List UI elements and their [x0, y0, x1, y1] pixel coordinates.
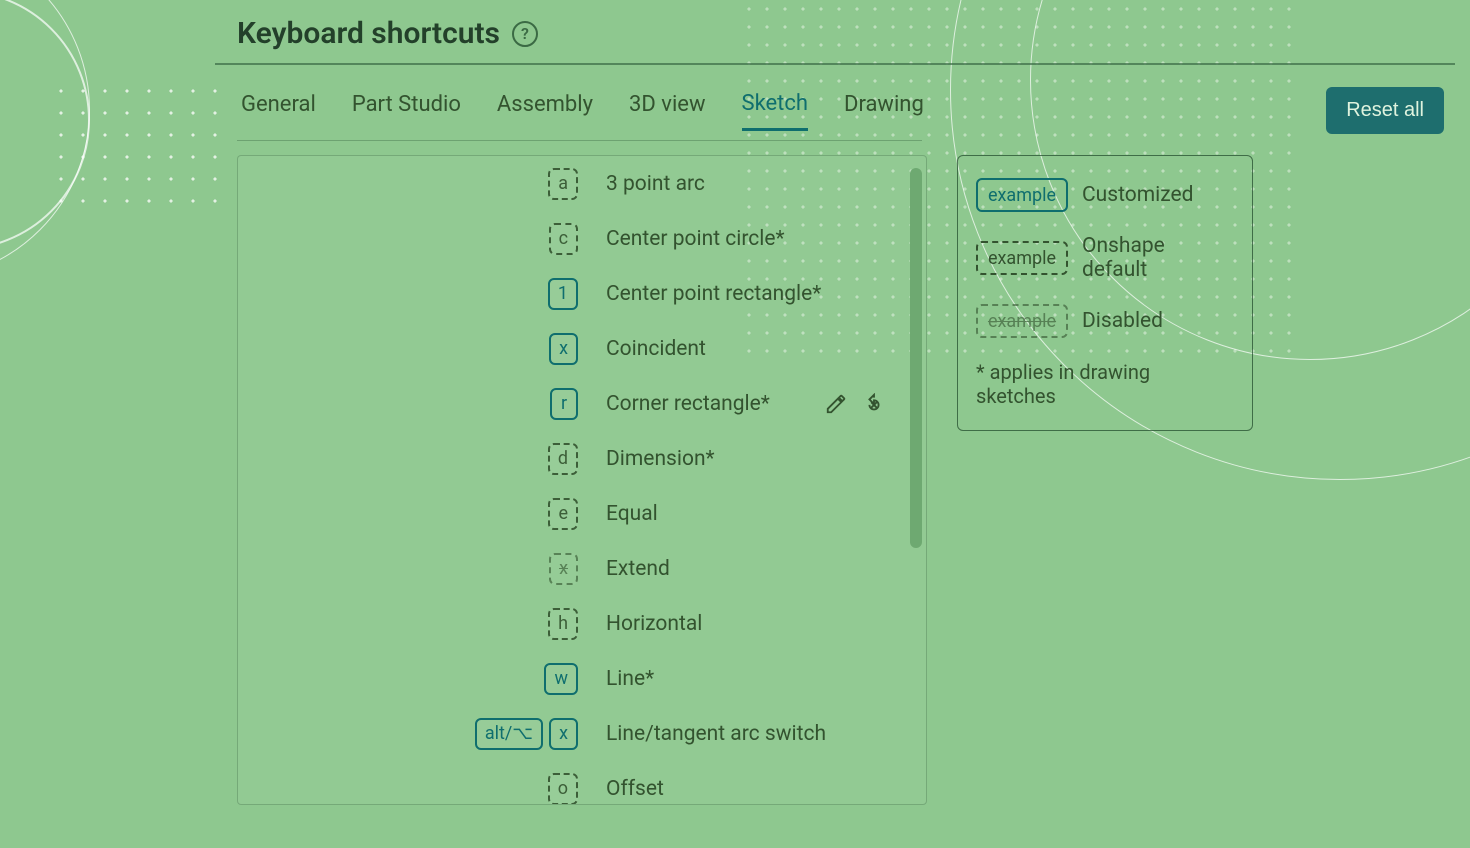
shortcut-row[interactable]: h Horizontal: [238, 596, 926, 651]
shortcut-keys: a: [258, 168, 578, 200]
shortcut-label: Coincident: [606, 337, 926, 361]
key-badge: x: [549, 553, 578, 585]
legend-row-customized: example Customized: [976, 178, 1234, 212]
shortcut-row[interactable]: r Corner rectangle*: [238, 376, 926, 431]
row-actions: [824, 392, 886, 416]
legend-label: Disabled: [1082, 309, 1163, 333]
tab-part-studio[interactable]: Part Studio: [352, 92, 461, 129]
shortcut-label: Center point circle*: [606, 227, 926, 251]
tab-sketch[interactable]: Sketch: [742, 91, 809, 131]
key-badge: d: [548, 443, 578, 475]
legend-key-customized: example: [976, 178, 1068, 212]
key-badge: 1: [548, 278, 578, 310]
shortcut-row[interactable]: w Line*: [238, 651, 926, 706]
key-badge: h: [548, 608, 578, 640]
legend-key-default: example: [976, 241, 1068, 275]
shortcut-row[interactable]: a 3 point arc: [238, 156, 926, 211]
decorative-circle: [0, 0, 90, 280]
reset-icon[interactable]: [862, 392, 886, 416]
page-title: Keyboard shortcuts: [237, 16, 500, 51]
legend-panel: example Customized example Onshape defau…: [957, 155, 1253, 431]
tab-drawing[interactable]: Drawing: [844, 92, 924, 129]
legend-label: Onshape default: [1082, 234, 1234, 282]
tab-general[interactable]: General: [241, 92, 316, 129]
key-badge: a: [548, 168, 578, 200]
shortcut-keys: h: [258, 608, 578, 640]
shortcut-row[interactable]: 1 Center point rectangle*: [238, 266, 926, 321]
legend-row-disabled: example Disabled: [976, 304, 1234, 338]
shortcut-label: Extend: [606, 557, 926, 581]
divider: [237, 140, 922, 141]
shortcut-label: Center point rectangle*: [606, 282, 926, 306]
key-badge: w: [544, 663, 578, 695]
legend-row-default: example Onshape default: [976, 234, 1234, 282]
settings-panel: Keyboard shortcuts ? General Part Studio A…: [215, 0, 1470, 848]
tab-3d-view[interactable]: 3D view: [629, 92, 705, 129]
shortcut-row[interactable]: o Offset: [238, 761, 926, 805]
shortcut-row[interactable]: x Coincident: [238, 321, 926, 376]
shortcut-row[interactable]: c Center point circle*: [238, 211, 926, 266]
shortcut-list: a 3 point arc c Center point circle* 1 Center…: [237, 155, 927, 805]
decorative-dots: [50, 80, 230, 210]
shortcut-row[interactable]: d Dimension*: [238, 431, 926, 486]
shortcut-label: Offset: [606, 777, 926, 801]
shortcut-keys: x: [258, 333, 578, 365]
shortcut-label: Corner rectangle*: [606, 392, 824, 416]
decorative-circle: [0, 0, 90, 250]
shortcut-label: Horizontal: [606, 612, 926, 636]
shortcut-keys: e: [258, 498, 578, 530]
edit-icon[interactable]: [824, 392, 848, 416]
tab-assembly[interactable]: Assembly: [497, 92, 593, 129]
key-badge: r: [550, 388, 578, 420]
shortcut-label: 3 point arc: [606, 172, 926, 196]
header: Keyboard shortcuts ?: [215, 0, 1470, 63]
key-badge: x: [549, 333, 578, 365]
shortcut-keys: c: [258, 223, 578, 255]
legend-key-disabled: example: [976, 304, 1068, 338]
shortcut-row[interactable]: e Equal: [238, 486, 926, 541]
key-badge: o: [548, 773, 578, 805]
shortcut-label: Line/tangent arc switch: [606, 722, 926, 746]
shortcut-keys: r: [258, 388, 578, 420]
key-badge: x: [549, 718, 578, 750]
shortcut-row[interactable]: alt/⌥x Line/tangent arc switch: [238, 706, 926, 761]
shortcut-keys: 1: [258, 278, 578, 310]
key-badge: c: [549, 223, 578, 255]
reset-all-button[interactable]: Reset all: [1326, 87, 1444, 134]
shortcut-label: Line*: [606, 667, 926, 691]
scrollbar-thumb[interactable]: [910, 168, 922, 548]
legend-label: Customized: [1082, 183, 1193, 207]
shortcut-label: Equal: [606, 502, 926, 526]
help-icon[interactable]: ?: [512, 21, 538, 47]
shortcut-keys: x: [258, 553, 578, 585]
shortcut-keys: d: [258, 443, 578, 475]
shortcut-keys: w: [258, 663, 578, 695]
shortcut-row[interactable]: x Extend: [238, 541, 926, 596]
legend-note: * applies in drawing sketches: [976, 360, 1234, 408]
tab-bar: General Part Studio Assembly 3D view Sketch D…: [215, 65, 1470, 140]
shortcut-keys: alt/⌥x: [258, 718, 578, 750]
shortcut-keys: o: [258, 773, 578, 805]
key-badge: e: [548, 498, 578, 530]
key-badge: alt/⌥: [475, 718, 543, 750]
shortcut-label: Dimension*: [606, 447, 926, 471]
